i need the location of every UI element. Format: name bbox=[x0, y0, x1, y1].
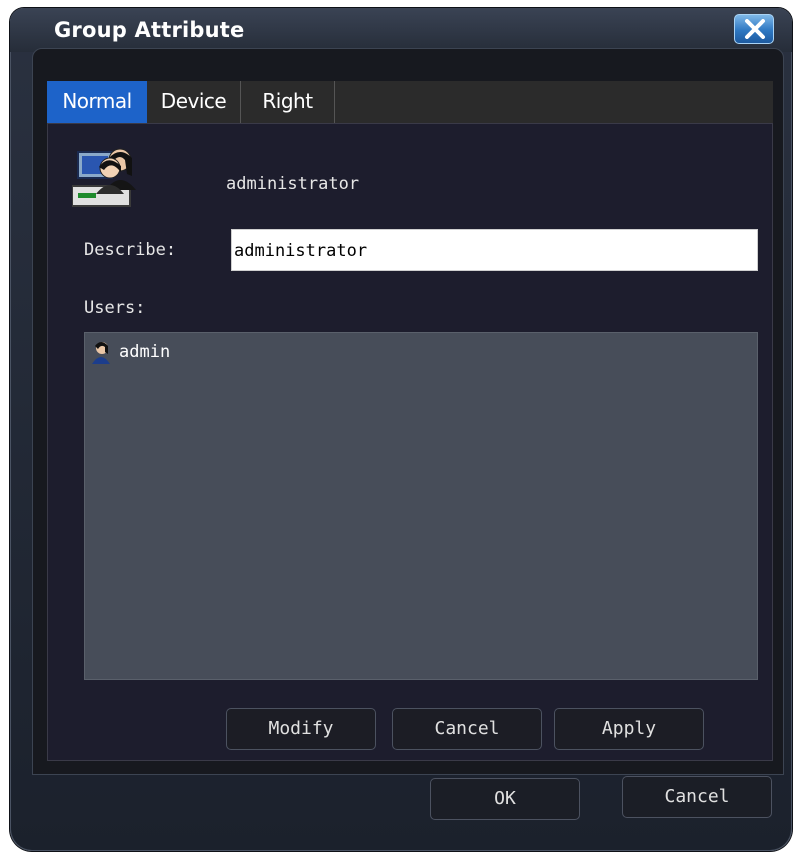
tab-device-label: Device bbox=[160, 89, 227, 113]
tab-right-label: Right bbox=[262, 89, 313, 113]
ok-button[interactable]: OK bbox=[430, 778, 580, 820]
user-name: admin bbox=[119, 342, 171, 362]
footer-cancel-button[interactable]: Cancel bbox=[622, 776, 772, 818]
users-label: Users: bbox=[84, 298, 146, 318]
describe-label: Describe: bbox=[84, 240, 177, 260]
describe-input[interactable] bbox=[231, 229, 758, 271]
dialog-client-area: Normal Device Right administrator Descri… bbox=[32, 48, 784, 775]
group-attribute-dialog: Group Attribute Normal Device Right admi… bbox=[10, 8, 792, 851]
tab-normal[interactable]: Normal bbox=[47, 81, 147, 123]
cancel-button[interactable]: Cancel bbox=[392, 708, 542, 750]
group-name: administrator bbox=[226, 174, 360, 194]
apply-button[interactable]: Apply bbox=[554, 708, 704, 750]
user-group-icon bbox=[72, 148, 136, 207]
window-title: Group Attribute bbox=[54, 18, 245, 42]
title-bar[interactable]: Group Attribute bbox=[10, 8, 792, 52]
list-item[interactable]: admin bbox=[89, 339, 170, 365]
user-icon bbox=[92, 342, 110, 364]
close-button[interactable] bbox=[734, 14, 774, 44]
tab-strip: Normal Device Right bbox=[47, 81, 773, 123]
tab-device[interactable]: Device bbox=[147, 81, 241, 123]
modify-button[interactable]: Modify bbox=[226, 708, 376, 750]
normal-tab-panel: administrator Describe: Users: admin Mod… bbox=[47, 123, 773, 761]
tab-right[interactable]: Right bbox=[241, 81, 335, 123]
tab-normal-label: Normal bbox=[62, 89, 132, 113]
close-icon bbox=[745, 19, 765, 39]
users-list[interactable]: admin bbox=[84, 332, 758, 680]
